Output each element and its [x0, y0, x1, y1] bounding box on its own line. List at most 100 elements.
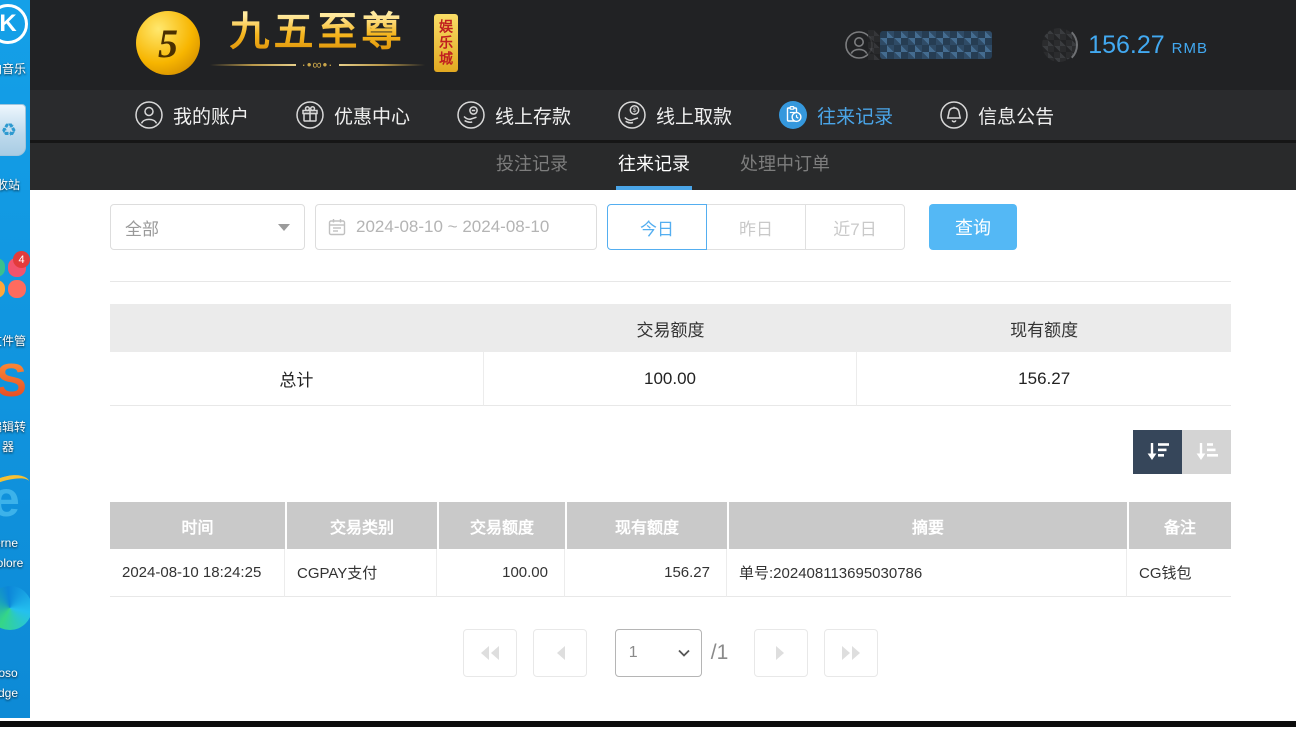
file-manager-icon[interactable]: 4: [0, 258, 26, 298]
total-pages-label: /1: [711, 641, 729, 665]
next-page-button[interactable]: [754, 629, 808, 677]
edge-glyph: [0, 586, 30, 630]
quick-range-group: 今日 昨日 近7日: [607, 204, 905, 250]
divider: [110, 281, 1231, 282]
range-button-yesterday[interactable]: 昨日: [706, 204, 806, 250]
balance-amount: 156.27: [1088, 31, 1164, 60]
sort-row: [110, 430, 1231, 474]
nav-label: 线上取款: [656, 102, 732, 129]
tab-pending-orders[interactable]: 处理中订单: [738, 143, 832, 190]
ornament-glyph: ·•∞•·: [296, 57, 338, 72]
first-page-button[interactable]: [463, 629, 517, 677]
username-blur: [880, 31, 992, 59]
deposit-icon: [456, 100, 486, 130]
summary-col-empty: [110, 304, 484, 352]
double-arrow-left-icon: [479, 644, 501, 662]
arrow-left-icon: [553, 644, 567, 662]
nav-label: 往来记录: [817, 102, 893, 129]
recycle-bin-icon[interactable]: ♻: [0, 104, 26, 156]
withdraw-icon: $: [617, 100, 647, 130]
nav-label: 信息公告: [978, 102, 1054, 129]
clover-petal: [0, 258, 5, 277]
summary-current-amount: 156.27: [857, 352, 1231, 406]
col-time: 时间: [110, 502, 285, 549]
summary-col-current-amount: 现有额度: [857, 304, 1231, 352]
internet-explorer-icon[interactable]: e: [0, 472, 20, 526]
brand-badge: 娱乐城: [434, 14, 458, 72]
col-note: 备注: [1127, 502, 1231, 549]
microsoft-edge-icon[interactable]: [0, 586, 30, 630]
summary-table-header: 交易额度 现有额度: [110, 304, 1231, 352]
double-arrow-right-icon: [840, 644, 862, 662]
nav-item-promotions[interactable]: 优惠中心: [295, 100, 410, 130]
sort-ascending-button[interactable]: [1182, 430, 1231, 474]
wallet-icon[interactable]: [1042, 28, 1076, 62]
internet-explorer-label-1: erne: [0, 534, 30, 553]
nav-item-deposit[interactable]: 线上存款: [456, 100, 571, 130]
cell-transaction-type: CGPAY支付: [285, 549, 437, 597]
converter-icon[interactable]: S: [0, 352, 27, 408]
sort-descending-button[interactable]: [1133, 430, 1182, 474]
balance: 156.27 RMB: [1088, 31, 1208, 60]
pagination: 1 /1: [110, 629, 1231, 677]
summary-trade-amount: 100.00: [484, 352, 858, 406]
nav-label: 线上存款: [495, 102, 571, 129]
summary-col-trade-amount: 交易额度: [484, 304, 858, 352]
user-avatar[interactable]: [844, 30, 874, 60]
sort-descending-icon: [1145, 440, 1171, 464]
page-select[interactable]: 1: [615, 629, 702, 677]
search-button[interactable]: 查询: [929, 204, 1017, 250]
file-manager-label: 文件管: [0, 332, 30, 351]
bell-icon: [939, 100, 969, 130]
cell-trade-amount: 100.00: [437, 549, 565, 597]
site-logo[interactable]: 5 九五至尊 ·•∞•· 娱乐城: [136, 8, 458, 75]
arrow-right-icon: [774, 644, 788, 662]
screen: K 向音乐 ♻ 收站 4 文件管 S 编辑转 器 e erne olore: [0, 0, 1296, 729]
range-button-today[interactable]: 今日: [607, 204, 707, 250]
nav-item-announcements[interactable]: 信息公告: [939, 100, 1054, 130]
browser-page: 5 九五至尊 ·•∞•· 娱乐城 156.27: [30, 0, 1296, 729]
tab-betting-records[interactable]: 投注记录: [494, 143, 570, 190]
chevron-down-icon: [678, 649, 690, 657]
cell-current-amount: 156.27: [565, 549, 727, 597]
user-icon: [134, 100, 164, 130]
gift-icon: [295, 100, 325, 130]
music-app-glyph: K: [0, 4, 28, 44]
nav-label: 我的账户: [173, 102, 249, 129]
tab-transaction-records[interactable]: 往来记录: [616, 143, 692, 190]
converter-label-1: 编辑转: [0, 418, 30, 437]
nav-item-withdraw[interactable]: $ 线上取款: [617, 100, 732, 130]
date-range-input[interactable]: 2024-08-10 ~ 2024-08-10: [315, 204, 597, 250]
clover-petal: [8, 280, 27, 299]
balance-currency: RMB: [1172, 40, 1208, 57]
chevron-down-icon: [278, 224, 290, 231]
taskbar-edge: [0, 721, 1296, 727]
summary-table: 交易额度 现有额度 总计 100.00 156.27: [110, 304, 1231, 406]
nav-label: 优惠中心: [334, 102, 410, 129]
clover-petal: [0, 280, 5, 299]
site-header: 5 九五至尊 ·•∞•· 娱乐城 156.27: [30, 0, 1296, 90]
brand-title: 九五至尊: [230, 8, 406, 56]
last-page-button[interactable]: [824, 629, 878, 677]
notification-badge: 4: [13, 251, 30, 268]
records-table-header: 时间 交易类别 交易额度 现有额度 摘要 备注: [110, 502, 1231, 549]
cell-note: CG钱包: [1127, 549, 1231, 597]
nav-item-transaction-records[interactable]: 往来记录: [778, 100, 893, 130]
page-select-value: 1: [629, 644, 638, 662]
desktop-strip: K 向音乐 ♻ 收站 4 文件管 S 编辑转 器 e erne olore: [0, 0, 30, 718]
converter-glyph: S: [0, 352, 27, 408]
converter-label-2: 器: [0, 438, 30, 457]
nav-item-my-account[interactable]: 我的账户: [134, 100, 249, 130]
cell-summary: 单号:202408113695030786: [727, 549, 1127, 597]
range-button-last7days[interactable]: 近7日: [805, 204, 905, 250]
main-nav: 我的账户 优惠中心: [30, 90, 1296, 140]
previous-page-button[interactable]: [533, 629, 587, 677]
user-area: 156.27 RMB: [844, 0, 1208, 90]
col-current-amount: 现有额度: [565, 502, 727, 549]
type-select[interactable]: 全部: [110, 204, 305, 250]
edge-label-1: roso: [0, 664, 30, 683]
music-app-icon[interactable]: K: [0, 4, 28, 44]
music-app-label: 向音乐: [0, 60, 30, 79]
sub-nav: 投注记录 往来记录 处理中订单: [30, 140, 1296, 190]
filter-row: 全部 2024-08-10 ~ 2024-08-10 今日: [110, 204, 1231, 250]
